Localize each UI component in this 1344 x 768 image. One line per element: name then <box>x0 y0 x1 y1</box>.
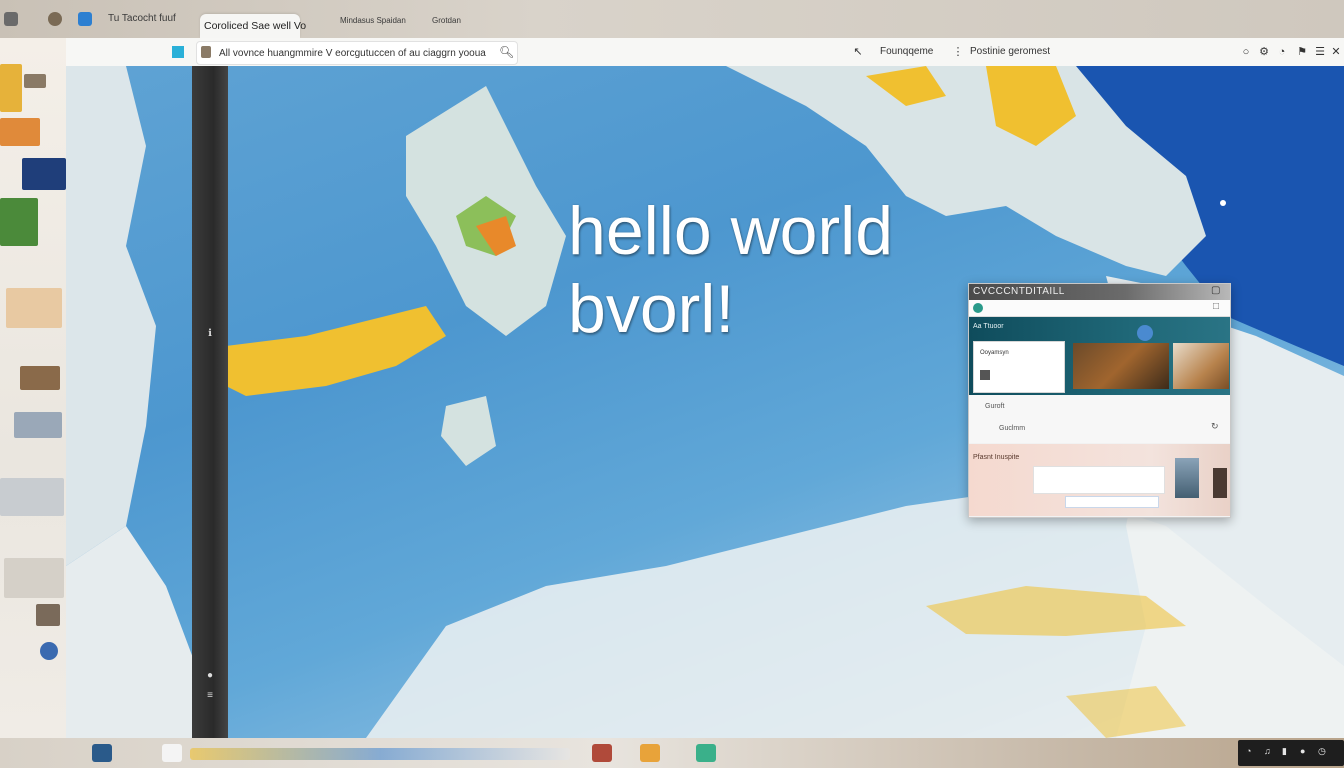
lock-icon[interactable]: ● <box>204 670 216 682</box>
notification-icon[interactable]: ● <box>1300 746 1305 756</box>
battery-icon[interactable]: ▮ <box>1282 746 1287 757</box>
headline-line-2: bvorl! <box>568 271 735 347</box>
menu-icon[interactable]: ☰ <box>1312 44 1328 60</box>
expand-icon[interactable]: ▢ <box>1211 285 1221 296</box>
tab-1[interactable]: Tu Tacocht fuuf <box>108 13 176 24</box>
browser-tab-strip: Tu Tacocht fuuf Coroliced Sae well Vo Mi… <box>0 0 1344 38</box>
system-tray[interactable]: ◔ ♫ ▮ ● ◷ <box>1238 740 1344 766</box>
right-field-2[interactable]: Postinie geromest <box>970 46 1050 57</box>
sidebar-thumb[interactable] <box>0 118 40 146</box>
preview-card-text: Ooyamsyn <box>980 350 1009 356</box>
preview-image[interactable] <box>1073 343 1169 389</box>
clock-icon[interactable]: ◷ <box>1318 746 1326 757</box>
preview-titlebar[interactable]: CVCCCNTDITAILL ▢ <box>969 284 1230 300</box>
preview-search-icon[interactable]: □ <box>1213 301 1219 312</box>
preview-footer-label: Pfasnt Inuspite <box>973 454 1020 461</box>
tab-3[interactable]: Mindasus Spaidan <box>340 16 406 25</box>
sidebar-thumb[interactable] <box>0 198 38 246</box>
taskbar-app-icon[interactable] <box>640 744 660 762</box>
active-tab-label: Coroliced Sae well Vo <box>204 20 307 32</box>
preview-banner: Aa Ttuoor Ooyamsyn <box>969 317 1230 395</box>
sidebar-thumb[interactable] <box>20 366 60 390</box>
headline-text: hello world bvorl! <box>568 192 893 348</box>
share-icon[interactable]: ⚑ <box>1294 44 1310 60</box>
preview-site-icon <box>973 303 983 313</box>
sidebar-thumb[interactable] <box>40 642 58 660</box>
refresh-icon[interactable]: ○ <box>1238 44 1254 60</box>
wifi-icon[interactable]: ◔ <box>1246 746 1251 756</box>
sidebar-thumb[interactable] <box>24 74 46 88</box>
window-icon[interactable] <box>172 46 184 58</box>
url-input[interactable] <box>217 45 491 61</box>
sidebar-thumb[interactable] <box>36 604 60 626</box>
info-icon[interactable]: ℹ <box>204 328 216 340</box>
tab-active[interactable]: Coroliced Sae well Vo <box>200 14 306 38</box>
system-menu-icon[interactable] <box>4 12 18 26</box>
settings-icon[interactable]: ⚙ <box>1256 44 1272 60</box>
user-icon[interactable]: ◔ <box>1274 44 1290 60</box>
preview-globe-icon <box>1137 325 1153 341</box>
preview-banner-label: Aa Ttuoor <box>973 323 1004 330</box>
preview-toggle-icon[interactable]: ↻ <box>1211 421 1219 432</box>
site-icon <box>201 46 211 58</box>
volume-icon[interactable]: ♫ <box>1264 746 1271 756</box>
sidebar-thumb[interactable] <box>4 558 64 598</box>
taskbar: ◔ ♫ ▮ ● ◷ <box>0 738 1344 768</box>
preview-input-box[interactable] <box>1033 466 1165 494</box>
preview-button[interactable] <box>1065 496 1159 508</box>
preview-image[interactable] <box>1173 343 1229 389</box>
preview-thumb[interactable] <box>1175 458 1199 498</box>
right-field-1[interactable]: Founqqeme <box>880 46 933 57</box>
layers-icon[interactable]: ≡ <box>204 690 216 702</box>
vertical-toolbar[interactable]: ℹ ● ≡ <box>192 66 228 738</box>
address-field[interactable]: 🔍︎ <box>196 41 518 65</box>
address-bar-row: 🔍︎ ↖ Founqqeme ⋮ Postinie geromest ○ ⚙ ◔… <box>0 38 1344 67</box>
preview-footer: Pfasnt Inuspite <box>969 444 1230 516</box>
preview-window[interactable]: CVCCCNTDITAILL ▢ □ Aa Ttuoor Ooyamsyn Gu… <box>968 283 1231 518</box>
sidebar-thumb[interactable] <box>6 288 62 328</box>
more-vert-icon[interactable]: ⋮ <box>950 44 966 60</box>
preview-card-bar <box>980 370 990 380</box>
sidebar-thumb[interactable] <box>0 478 64 516</box>
sidebar-thumb[interactable] <box>14 412 62 438</box>
close-icon[interactable]: ✕ <box>1328 44 1344 60</box>
sidebar-thumb[interactable] <box>0 64 22 112</box>
preview-address-bar[interactable]: □ <box>969 300 1230 317</box>
app-logo-icon[interactable] <box>48 12 62 26</box>
browser-logo-icon[interactable] <box>78 12 92 26</box>
preview-mid-text-2: Guclmm <box>999 425 1026 432</box>
preview-thumb[interactable] <box>1213 468 1227 498</box>
taskbar-app-icon[interactable] <box>190 748 570 760</box>
search-icon[interactable]: 🔍︎ <box>499 45 514 59</box>
sidebar-thumb[interactable] <box>22 158 66 190</box>
left-app-panel <box>0 38 66 738</box>
pin-icon[interactable]: ↖ <box>850 44 866 60</box>
preview-mid-text-1: Guroft <box>985 403 1005 410</box>
preview-card[interactable]: Ooyamsyn <box>973 341 1065 393</box>
tab-4[interactable]: Grotdan <box>432 16 461 25</box>
preview-mid-section: Guroft Guclmm ↻ <box>969 395 1230 443</box>
headline-line-1: hello world <box>568 193 894 269</box>
preview-title: CVCCCNTDITAILL <box>973 286 1065 297</box>
taskbar-app-icon[interactable] <box>696 744 716 762</box>
taskbar-app-icon[interactable] <box>162 744 182 762</box>
taskbar-app-icon[interactable] <box>592 744 612 762</box>
taskbar-app-icon[interactable] <box>92 744 112 762</box>
